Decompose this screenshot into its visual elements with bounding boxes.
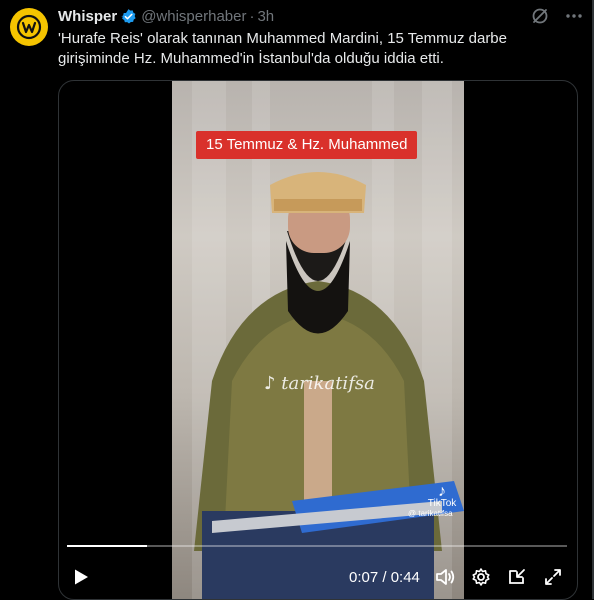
timestamp[interactable]: 3h	[257, 8, 274, 25]
tiktok-handle: @ tarikatifsa	[408, 509, 453, 518]
play-button[interactable]	[69, 565, 93, 589]
pip-button[interactable]	[505, 565, 529, 589]
timecode: 0:07 / 0:44	[349, 569, 420, 586]
video-controls: 0:07 / 0:44	[59, 563, 577, 591]
volume-button[interactable]	[433, 565, 457, 589]
video-player[interactable]: 15 Temmuz & Hz. Muhammed ♪ tarikatifsa ♪…	[58, 80, 578, 600]
watermark-text: tarikatifsa	[281, 373, 375, 394]
tiktok-watermark: ♪ tarikatifsa	[264, 373, 375, 394]
tiktok-logo-icon: ♪	[264, 373, 276, 394]
handle[interactable]: @whisperhaber	[141, 8, 246, 25]
fullscreen-icon	[545, 569, 561, 585]
avatar[interactable]	[10, 8, 48, 46]
grok-icon[interactable]	[530, 6, 550, 26]
display-name[interactable]: Whisper	[58, 8, 117, 25]
tweet-header: Whisper @whisperhaber · 3h	[58, 6, 274, 26]
tiktok-brand: ♪ TikTok	[420, 483, 464, 510]
whisper-logo-icon	[16, 14, 42, 40]
progress-fill	[67, 545, 147, 547]
tweet-text: 'Hurafe Reis' olarak tanınan Muhammed Ma…	[58, 30, 507, 67]
progress-bar[interactable]	[67, 545, 567, 547]
verified-badge-icon	[121, 8, 136, 24]
separator-dot: ·	[249, 7, 255, 25]
more-options-icon[interactable]	[564, 6, 584, 26]
fullscreen-button[interactable]	[541, 565, 565, 589]
volume-icon	[436, 569, 455, 585]
tweet[interactable]: Whisper @whisperhaber · 3h 'Hurafe Reis'…	[0, 0, 592, 600]
video-overlay-title: 15 Temmuz & Hz. Muhammed	[196, 131, 418, 159]
settings-button[interactable]	[469, 565, 493, 589]
video-frame[interactable]: 15 Temmuz & Hz. Muhammed ♪ tarikatifsa ♪…	[172, 81, 464, 599]
pip-icon	[509, 569, 525, 584]
settings-icon	[472, 568, 490, 586]
play-icon	[75, 569, 88, 585]
tiktok-note-icon: ♪	[438, 483, 446, 500]
